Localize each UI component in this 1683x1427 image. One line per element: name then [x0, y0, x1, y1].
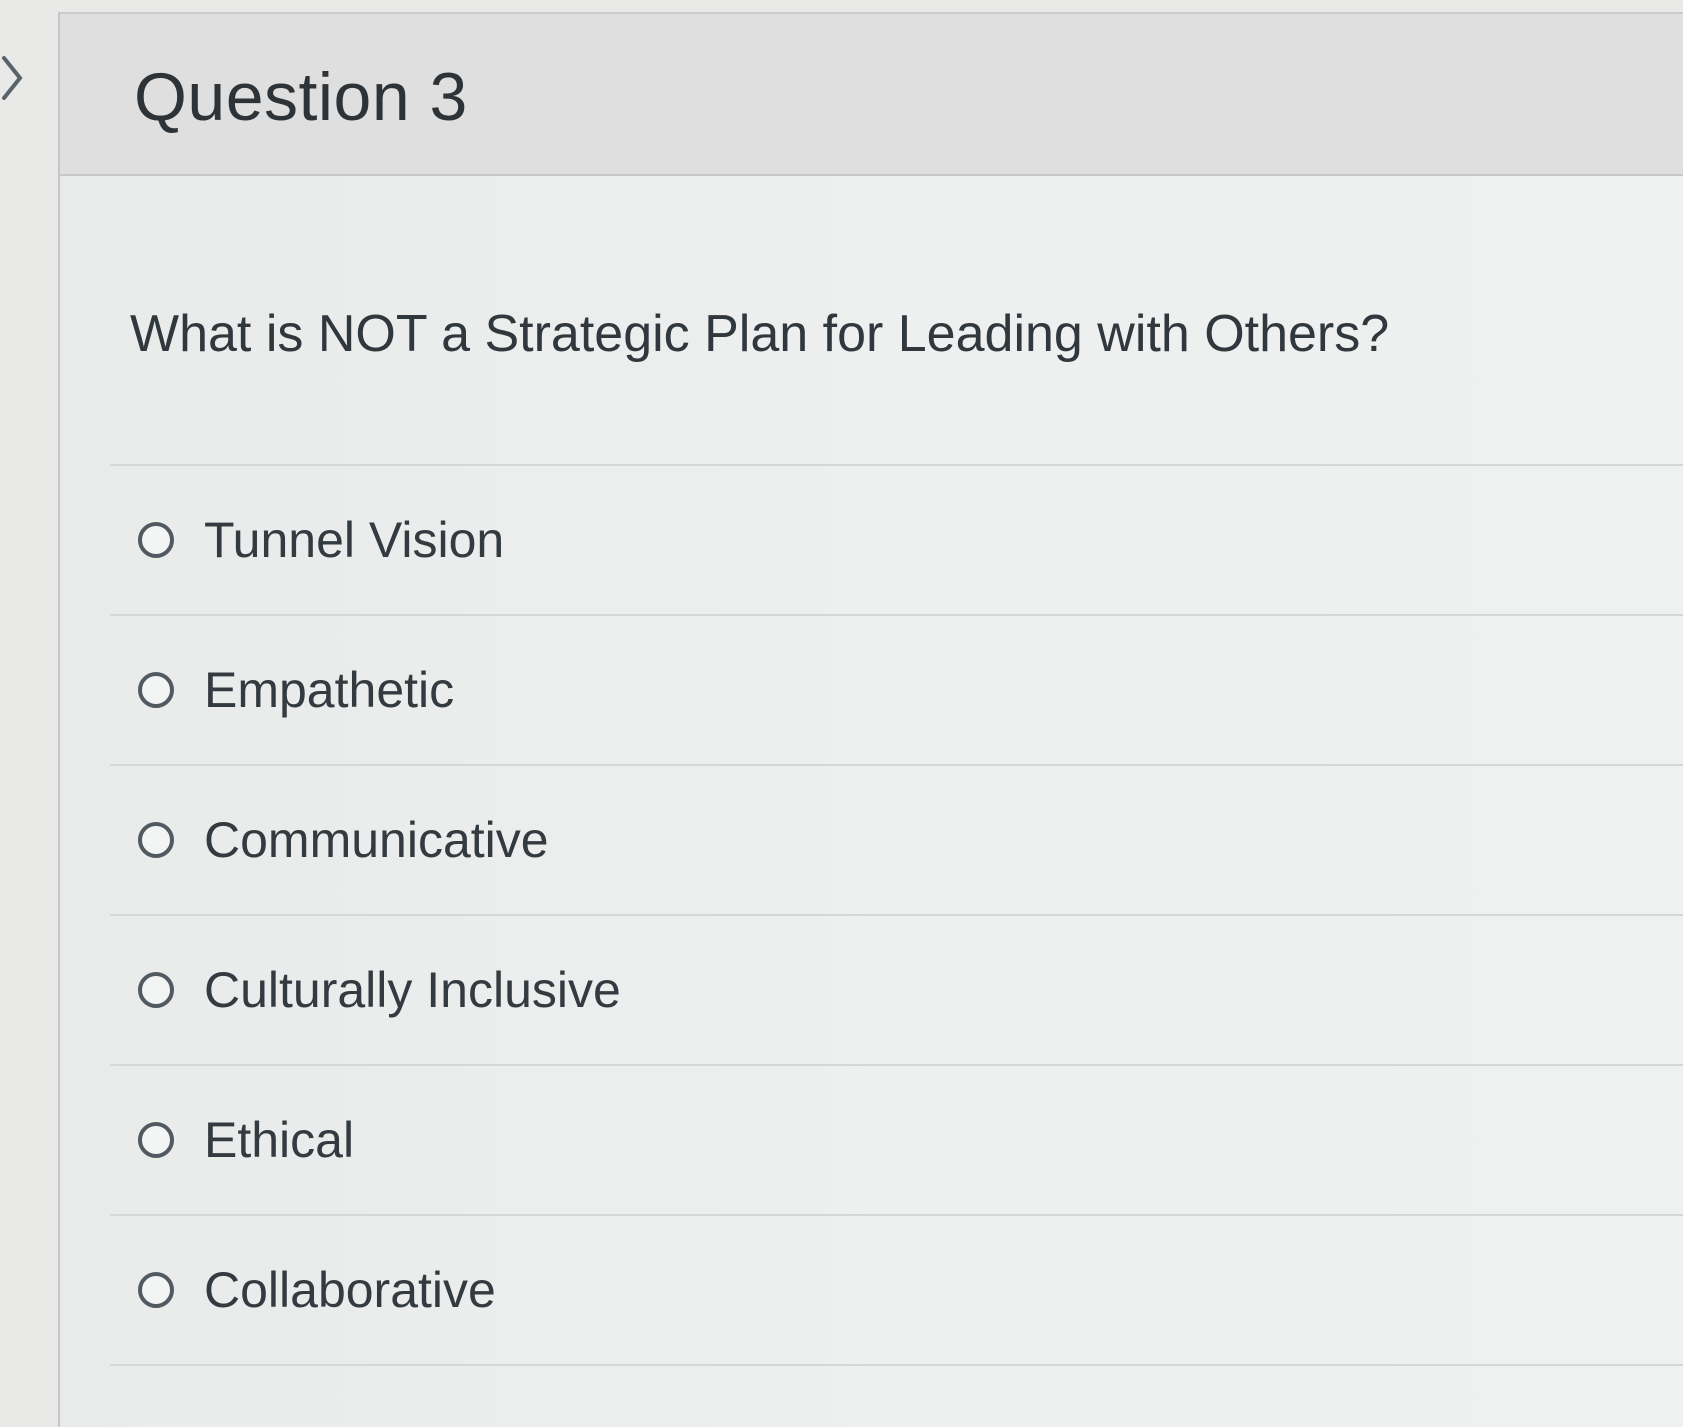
question-title: Question 3: [134, 59, 468, 135]
answer-option-ethical[interactable]: Ethical: [110, 1066, 1683, 1216]
radio-circle-icon[interactable]: [138, 672, 174, 708]
answer-label: Communicative: [204, 812, 549, 868]
question-card: Question 3 What is NOT a Strategic Plan …: [58, 12, 1683, 1427]
answer-option-empathetic[interactable]: Empathetic: [110, 616, 1683, 766]
question-prompt: What is NOT a Strategic Plan for Leading…: [130, 305, 1390, 363]
quiz-page: Question 3 What is NOT a Strategic Plan …: [0, 0, 1683, 1427]
radio-circle-icon[interactable]: [138, 522, 174, 558]
answer-label: Collaborative: [204, 1262, 496, 1318]
answer-label: Empathetic: [204, 662, 455, 718]
answer-option-culturally-inclusive[interactable]: Culturally Inclusive: [110, 916, 1683, 1066]
chevron-right-glyph: [2, 56, 23, 100]
radio-circle-icon[interactable]: [138, 1272, 174, 1308]
answer-list: Tunnel Vision Empathetic Communicative C…: [110, 464, 1683, 1366]
answer-label: Culturally Inclusive: [204, 962, 621, 1018]
answer-option-collaborative[interactable]: Collaborative: [110, 1216, 1683, 1366]
radio-circle-icon[interactable]: [138, 1122, 174, 1158]
question-body: What is NOT a Strategic Plan for Leading…: [60, 176, 1683, 1427]
answer-option-tunnel-vision[interactable]: Tunnel Vision: [110, 466, 1683, 616]
answer-label: Ethical: [204, 1112, 355, 1168]
chevron-right-icon[interactable]: [0, 48, 26, 108]
radio-circle-icon[interactable]: [138, 972, 174, 1008]
radio-circle-icon[interactable]: [138, 822, 174, 858]
answer-label: Tunnel Vision: [204, 512, 505, 568]
question-header: Question 3: [60, 14, 1683, 176]
answer-option-communicative[interactable]: Communicative: [110, 766, 1683, 916]
